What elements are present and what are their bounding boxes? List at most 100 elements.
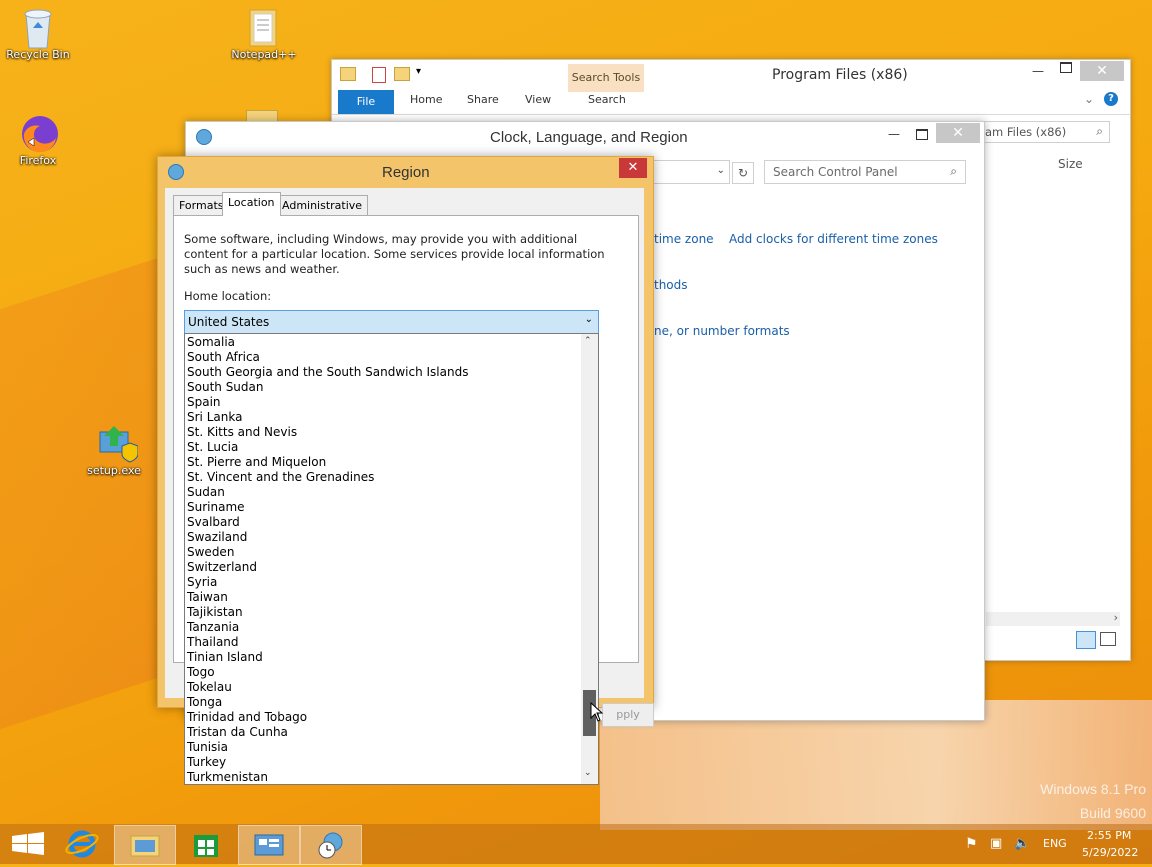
dropdown-option[interactable]: Spain bbox=[187, 395, 221, 410]
address-dropdown-icon[interactable]: ⌄ bbox=[717, 165, 725, 176]
dropdown-option[interactable]: Tonga bbox=[187, 695, 222, 710]
home-location-dropdown-list[interactable]: Somalia South Africa South Georgia and the… bbox=[184, 333, 599, 785]
dropdown-option[interactable]: Tinian Island bbox=[187, 650, 263, 665]
dropdown-option[interactable]: Tanzania bbox=[187, 620, 239, 635]
store-button[interactable] bbox=[176, 825, 236, 863]
ribbon-tabs: File Home Share View Search ⌄ ? bbox=[332, 90, 1130, 115]
new-folder-icon[interactable] bbox=[394, 67, 410, 81]
address-bar[interactable]: ⌄ bbox=[652, 160, 730, 184]
volume-muted-icon[interactable]: 🔈 bbox=[1014, 836, 1030, 851]
dropdown-option[interactable]: St. Kitts and Nevis bbox=[187, 425, 297, 440]
globe-icon bbox=[196, 129, 212, 145]
maximize-button[interactable] bbox=[916, 129, 928, 140]
dropdown-option[interactable]: Syria bbox=[187, 575, 217, 590]
dropdown-option[interactable]: Togo bbox=[187, 665, 215, 680]
dropdown-option[interactable]: Switzerland bbox=[187, 560, 257, 575]
tab-administrative[interactable]: Administrative bbox=[276, 195, 369, 215]
link-number-formats[interactable]: ne, or number formats bbox=[654, 324, 790, 338]
apply-button[interactable]: pply bbox=[602, 703, 654, 727]
dropdown-option[interactable]: Sri Lanka bbox=[187, 410, 242, 425]
location-description: Some software, including Windows, may pr… bbox=[184, 232, 605, 276]
dropdown-option[interactable]: St. Vincent and the Grenadines bbox=[187, 470, 374, 485]
home-location-select[interactable]: United States ⌄ bbox=[184, 310, 599, 334]
dropdown-option[interactable]: South Africa bbox=[187, 350, 260, 365]
dropdown-option[interactable]: Thailand bbox=[187, 635, 239, 650]
internet-explorer-button[interactable] bbox=[52, 825, 112, 863]
help-icon[interactable]: ? bbox=[1104, 92, 1118, 106]
close-button[interactable]: ✕ bbox=[619, 158, 647, 178]
clock-date[interactable]: 5/29/2022 bbox=[1082, 846, 1138, 859]
tab-view[interactable]: View bbox=[525, 93, 551, 106]
dropdown-option[interactable]: Sudan bbox=[187, 485, 225, 500]
close-button[interactable]: ✕ bbox=[936, 123, 980, 143]
dropdown-option[interactable]: Tokelau bbox=[187, 680, 232, 695]
dropdown-option[interactable]: St. Lucia bbox=[187, 440, 238, 455]
dropdown-option[interactable]: Tajikistan bbox=[187, 605, 243, 620]
action-center-flag-icon[interactable]: ⚑ bbox=[965, 836, 978, 852]
link-input-methods[interactable]: thods bbox=[654, 278, 688, 292]
dropdown-option[interactable]: Trinidad and Tobago bbox=[187, 710, 307, 725]
scroll-down-icon[interactable]: ⌄ bbox=[584, 768, 592, 778]
scroll-up-icon[interactable]: ⌃ bbox=[584, 336, 592, 346]
network-disconnected-icon[interactable]: ▣ bbox=[990, 836, 1002, 851]
properties-icon[interactable] bbox=[372, 67, 386, 83]
desktop-background-shape bbox=[0, 250, 180, 730]
clock-time[interactable]: 2:55 PM bbox=[1087, 829, 1131, 842]
minimize-button[interactable]: — bbox=[888, 127, 900, 141]
tab-location[interactable]: Location bbox=[222, 192, 281, 216]
large-icons-view-icon[interactable] bbox=[1100, 632, 1116, 646]
desktop-icon-recycle-bin[interactable]: Recycle Bin bbox=[0, 6, 76, 61]
clock-window-titlebar: Clock, Language, and Region — ✕ bbox=[186, 122, 984, 152]
desktop-icon-notepadpp[interactable]: Notepad++ bbox=[226, 6, 302, 61]
tab-search[interactable]: Search bbox=[588, 93, 626, 106]
dropdown-option[interactable]: Tunisia bbox=[187, 740, 228, 755]
region-settings-button[interactable] bbox=[300, 825, 362, 865]
search-icon[interactable]: ⌕ bbox=[1096, 124, 1103, 139]
tab-file[interactable]: File bbox=[338, 90, 394, 114]
control-panel-button[interactable] bbox=[238, 825, 300, 865]
internet-explorer-icon bbox=[65, 830, 99, 858]
search-control-panel-input[interactable]: Search Control Panel ⌕ bbox=[764, 160, 966, 184]
dropdown-option[interactable]: Svalbard bbox=[187, 515, 240, 530]
refresh-icon[interactable]: ↻ bbox=[732, 162, 754, 184]
folder-icon bbox=[340, 67, 356, 81]
expand-ribbon-icon[interactable]: ⌄ bbox=[1084, 92, 1094, 106]
dropdown-option[interactable]: Turkey bbox=[187, 755, 226, 770]
chevron-down-icon[interactable]: ⌄ bbox=[585, 314, 593, 325]
dropdown-option[interactable]: Somalia bbox=[187, 335, 235, 350]
file-explorer-button[interactable] bbox=[114, 825, 176, 865]
link-add-clocks[interactable]: Add clocks for different time zones bbox=[729, 232, 938, 246]
dropdown-option[interactable]: St. Pierre and Miquelon bbox=[187, 455, 326, 470]
dropdown-option[interactable]: South Georgia and the South Sandwich Isl… bbox=[187, 365, 468, 380]
firefox-icon bbox=[18, 112, 58, 153]
link-time-zone[interactable]: time zone bbox=[654, 232, 714, 246]
start-button[interactable] bbox=[0, 825, 60, 863]
dropdown-option[interactable]: Tristan da Cunha bbox=[187, 725, 288, 740]
minimize-button[interactable]: — bbox=[1032, 64, 1044, 78]
tab-home[interactable]: Home bbox=[410, 93, 442, 106]
tab-share[interactable]: Share bbox=[467, 93, 499, 106]
search-tools-contextual-tab: Search Tools bbox=[568, 64, 644, 92]
search-icon[interactable]: ⌕ bbox=[950, 164, 957, 179]
dropdown-option[interactable]: South Sudan bbox=[187, 380, 264, 395]
desktop-icon-setup[interactable]: setup.exe bbox=[76, 422, 152, 477]
quick-access-dropdown-icon[interactable]: ▾ bbox=[416, 66, 421, 77]
dropdown-option[interactable]: Sweden bbox=[187, 545, 234, 560]
close-button[interactable]: ✕ bbox=[1080, 61, 1124, 81]
dropdown-option[interactable]: Turkmenistan bbox=[187, 770, 268, 784]
horizontal-scrollbar[interactable]: › bbox=[986, 611, 1120, 626]
window-title: Clock, Language, and Region bbox=[490, 129, 688, 146]
scroll-right-icon[interactable]: › bbox=[1114, 611, 1118, 624]
dropdown-option[interactable]: Taiwan bbox=[187, 590, 228, 605]
dropdown-option[interactable]: Suriname bbox=[187, 500, 245, 515]
home-location-label: Home location: bbox=[184, 289, 272, 303]
maximize-button[interactable] bbox=[1060, 62, 1072, 73]
dropdown-option[interactable]: Swaziland bbox=[187, 530, 247, 545]
column-header-size[interactable]: Size bbox=[1058, 157, 1083, 171]
explorer-search-input[interactable]: am Files (x86) ⌕ bbox=[980, 121, 1110, 143]
input-language-indicator[interactable]: ENG bbox=[1043, 837, 1067, 850]
globe-icon bbox=[168, 164, 184, 180]
setup-icon bbox=[94, 422, 139, 463]
desktop-icon-firefox[interactable]: Firefox bbox=[0, 112, 76, 167]
details-view-icon[interactable] bbox=[1076, 631, 1096, 649]
